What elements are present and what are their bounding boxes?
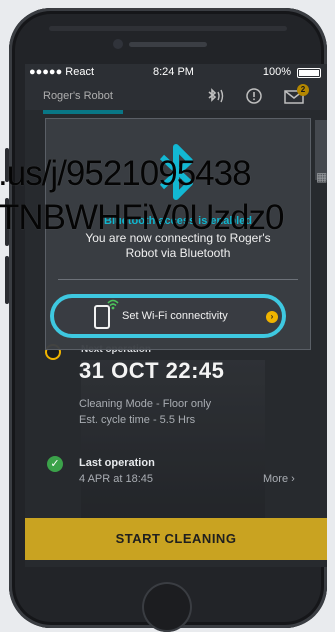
more-link[interactable]: More › — [263, 473, 295, 485]
carrier-label: ●●●●● React — [29, 66, 95, 78]
status-time: 8:24 PM — [153, 66, 194, 78]
wifi-icon — [106, 297, 120, 310]
modal-divider — [58, 279, 298, 280]
front-camera — [113, 39, 123, 49]
watermark-line-1: .us/j/9521095438 — [0, 154, 252, 193]
earpiece-speaker — [129, 42, 207, 47]
cycle-time-text: Est. cycle time - 5.5 Hrs — [79, 414, 196, 426]
battery-percent: 100% — [262, 66, 291, 78]
check-icon: ✓ — [47, 456, 63, 472]
last-operation-datetime: 4 APR at 18:45 — [79, 473, 153, 485]
start-cleaning-button[interactable]: START CLEANING — [25, 518, 327, 560]
phone-volume-down-button — [5, 256, 9, 304]
watermark-line-2: TNBWHFiV0Uzdz0 — [0, 198, 284, 237]
set-wifi-label: Set Wi-Fi connectivity — [122, 310, 228, 322]
phone-screen: ●●●●● React 8:24 PM 100% Roger's Robot 2… — [25, 64, 327, 567]
last-operation-label: Last operation — [79, 457, 155, 469]
cleaning-mode-text: Cleaning Mode - Floor only — [79, 398, 212, 410]
phone-top-rim — [49, 26, 287, 31]
status-bar: ●●●●● React 8:24 PM 100% — [25, 64, 327, 82]
set-wifi-button[interactable]: Set Wi-Fi connectivity › — [50, 294, 286, 338]
battery-icon — [297, 68, 321, 78]
chevron-right-icon: › — [266, 311, 278, 323]
next-operation-datetime: 31 OCT 22:45 — [79, 358, 225, 383]
home-button[interactable] — [142, 582, 192, 632]
